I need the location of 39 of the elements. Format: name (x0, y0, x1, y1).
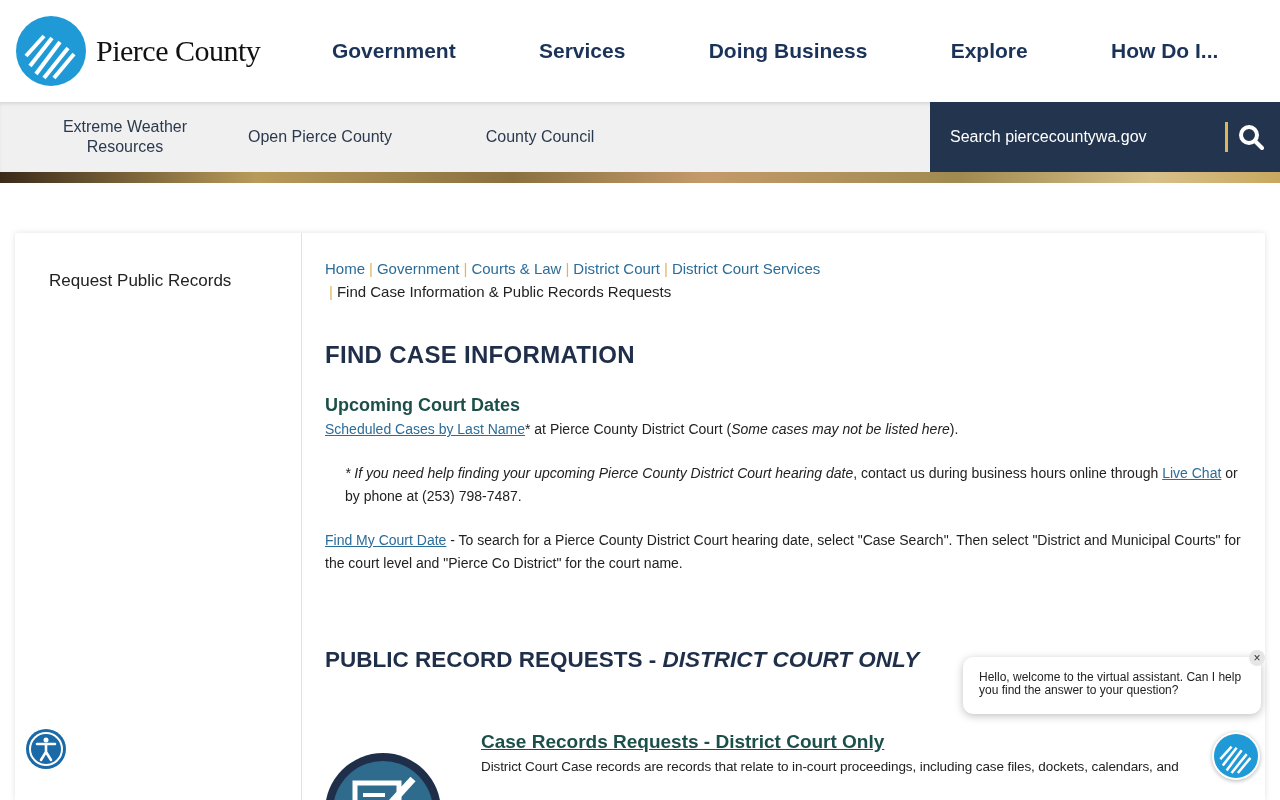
breadcrumb-current: Find Case Information & Public Records Requests (336, 283, 672, 300)
text-link[interactable]: Find My Court Date (325, 532, 447, 548)
section-title: PUBLIC RECORD REQUESTS - DISTRICT COURT ONLY (325, 647, 920, 673)
sidebar-item[interactable]: Request Public Records (49, 271, 232, 290)
logo-icon (16, 16, 86, 86)
paragraph: Scheduled Cases by Last Name* at Pierce County District Court (Some cases may not be listed here). (325, 420, 960, 439)
paragraph: District Court Case records are records that relate to in-court proceedings, including case files, dockets, calendars, and (481, 759, 1179, 774)
breadcrumb-link[interactable]: Government (376, 260, 460, 277)
breadcrumb-separator: | (463, 260, 468, 277)
breadcrumb-link[interactable]: District Court Services (671, 260, 821, 277)
breadcrumb-link[interactable]: District Court (573, 260, 660, 277)
sub-nav-link[interactable]: Open Pierce County (210, 127, 430, 147)
sub-nav-link[interactable]: County Council (430, 127, 650, 147)
search-icon (1238, 124, 1264, 150)
breadcrumb-separator: | (369, 260, 373, 277)
accessibility-icon (26, 729, 66, 769)
nav-link[interactable]: Explore (950, 39, 1028, 63)
nav-link[interactable]: Services (538, 39, 626, 63)
logo[interactable]: Pierce County (16, 16, 261, 86)
breadcrumb-separator: | (329, 283, 333, 300)
nav-link[interactable]: Government (331, 39, 456, 63)
accessibility-button[interactable] (26, 729, 66, 769)
sub-nav-link[interactable]: Extreme Weather Resources (40, 117, 210, 157)
logo-icon (1214, 734, 1258, 778)
breadcrumb-separator: | (565, 260, 570, 277)
case-records-link[interactable]: Case Records Requests - District Court Only (481, 731, 885, 752)
breadcrumb-separator: | (664, 260, 668, 277)
breadcrumb-link[interactable]: Courts & Law (471, 260, 562, 277)
nav-link[interactable]: How Do I... (1111, 39, 1219, 63)
text-link[interactable]: Scheduled Cases by Last Name (325, 421, 525, 437)
chat-message: Hello, welcome to the virtual assistant. Can I help you find the answer to your question? (979, 671, 1243, 697)
page-title: FIND CASE INFORMATION (325, 341, 636, 369)
section-heading: Upcoming Court Dates (325, 395, 521, 416)
text-link[interactable]: Live Chat (1162, 465, 1222, 481)
nav-link[interactable]: Doing Business (708, 39, 868, 63)
paragraph: * If you need help finding your upcoming Pierce County District Court hearing date, contact us during business hours online through Live Chat or by phone at (253) 798-7487. (344, 464, 1239, 506)
paragraph: Find My Court Date - To search for a Pierce County District Court hearing date, select "Case Search". Then select "District and Municipal Courts" for the court level and "Pierce Co District" for the court name. (325, 531, 1241, 573)
search-button[interactable] (1228, 102, 1280, 172)
breadcrumb-link[interactable]: Home (325, 260, 365, 277)
